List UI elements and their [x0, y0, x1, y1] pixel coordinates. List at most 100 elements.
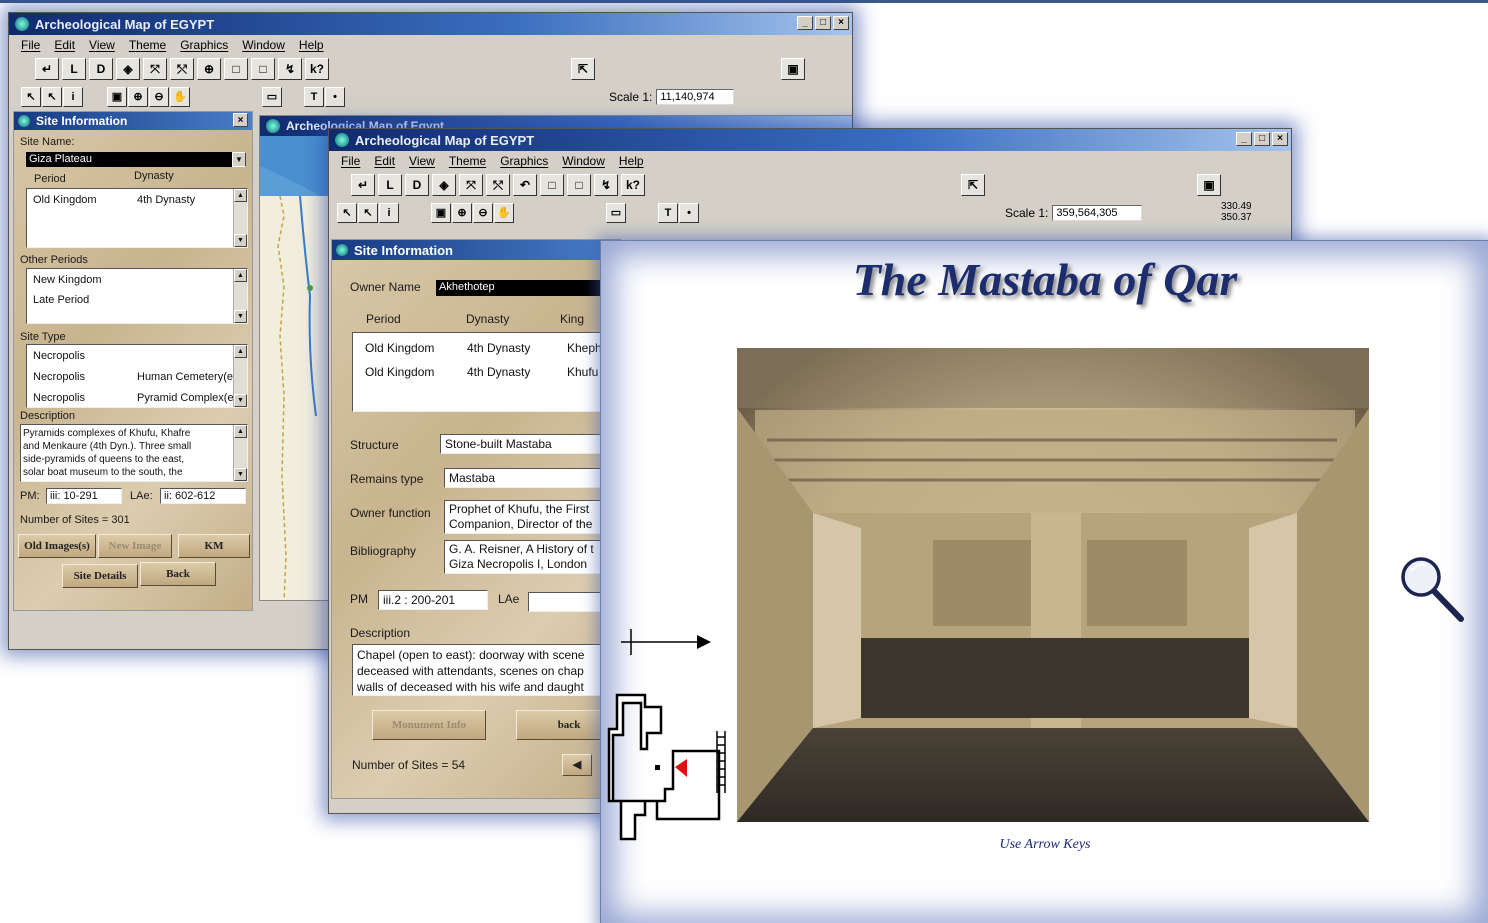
hotlink-button[interactable]: ↯ — [594, 174, 618, 196]
owner-name-select[interactable]: Akhethotep — [436, 280, 622, 296]
select-arrow-button[interactable]: ↖ — [337, 203, 357, 223]
minimize-button[interactable]: _ — [1236, 132, 1252, 146]
label-tool-button[interactable]: ▭ — [606, 203, 626, 223]
identify-button[interactable]: i — [379, 203, 399, 223]
menu-help[interactable]: Help — [619, 154, 644, 168]
menu-graphics[interactable]: Graphics — [180, 38, 228, 52]
menu-graphics[interactable]: Graphics — [500, 154, 548, 168]
description-text[interactable]: Chapel (open to east): doorway with scen… — [352, 644, 622, 696]
mid-window-titlebar[interactable]: Archeological Map of EGYPT _ □ × — [329, 129, 1291, 151]
list-item[interactable]: Necropolis Human Cemetery(e — [33, 370, 233, 384]
menu-window[interactable]: Window — [242, 38, 285, 52]
select-button[interactable]: □ — [540, 174, 564, 196]
point-tool-button[interactable]: • — [325, 87, 345, 107]
clear-button[interactable]: □ — [567, 174, 591, 196]
panel-close-icon[interactable]: × — [233, 113, 248, 127]
pan-hand-button[interactable]: ✋ — [170, 87, 190, 107]
zoom-selected-button[interactable]: ⤲ — [170, 58, 194, 80]
list-item[interactable]: Late Period — [33, 293, 231, 307]
scrollbar[interactable]: ▲ ▼ — [233, 189, 247, 247]
back-button[interactable]: Back — [140, 562, 216, 586]
save-icon[interactable]: ▣ — [1197, 174, 1221, 196]
magnifier-icon[interactable] — [1397, 553, 1469, 627]
label-tool-button[interactable]: ▭ — [262, 87, 282, 107]
zoom-full-button[interactable]: ⤧ — [459, 174, 483, 196]
maximize-button[interactable]: □ — [1254, 132, 1270, 146]
menu-file[interactable]: File — [21, 38, 40, 52]
scale-input[interactable]: 359,564,305 — [1052, 205, 1143, 221]
point-tool-button[interactable]: • — [679, 203, 699, 223]
identify-button[interactable]: i — [63, 87, 83, 107]
zoom-box-button[interactable]: ▣ — [107, 87, 127, 107]
save-icon[interactable]: ▣ — [781, 58, 805, 80]
menu-edit[interactable]: Edit — [54, 38, 75, 52]
list-item[interactable]: Necropolis — [33, 349, 231, 363]
menu-help[interactable]: Help — [299, 38, 324, 52]
legend-button[interactable]: L — [62, 58, 86, 80]
zoom-in-tool-button[interactable]: ⊕ — [452, 203, 472, 223]
remains-type-field[interactable]: Mastaba — [444, 468, 622, 488]
table-row[interactable]: Old Kingdom 4th Dynasty — [33, 193, 231, 207]
list-item[interactable]: Necropolis Pyramid Complex(e — [33, 391, 234, 405]
close-button[interactable]: × — [833, 16, 849, 30]
mastaba-floor-plan[interactable] — [601, 689, 735, 845]
open-project-button[interactable]: ↵ — [35, 58, 59, 80]
pointer-tool-icon[interactable]: ⇱ — [961, 174, 985, 196]
vertex-arrow-button[interactable]: ↖ — [358, 203, 378, 223]
text-tool-button[interactable]: T — [658, 203, 678, 223]
pan-hand-button[interactable]: ✋ — [494, 203, 514, 223]
undo-button[interactable]: ↶ — [513, 174, 537, 196]
km-button[interactable]: KM — [178, 534, 250, 558]
select-button[interactable]: □ — [224, 58, 248, 80]
owner-function-field[interactable]: Prophet of Khufu, the First Companion, D… — [444, 500, 622, 534]
bibliography-field[interactable]: G. A. Reisner, A History of t Giza Necro… — [444, 540, 622, 574]
maximize-button[interactable]: □ — [815, 16, 831, 30]
data-button[interactable]: D — [89, 58, 113, 80]
pm-field[interactable]: iii: 10-291 — [46, 488, 122, 504]
scrollbar[interactable]: ▲ ▼ — [233, 345, 247, 407]
hotlink-button[interactable]: ↯ — [278, 58, 302, 80]
theme-button[interactable]: ◈ — [116, 58, 140, 80]
monument-info-button[interactable]: Monument Info — [372, 710, 486, 740]
pointer-tool-icon[interactable]: ⇱ — [571, 58, 595, 80]
menu-view[interactable]: View — [409, 154, 435, 168]
structure-field[interactable]: Stone-built Mastaba — [440, 434, 622, 454]
site-marker[interactable] — [307, 285, 313, 291]
mastaba-chapel-view[interactable] — [737, 348, 1369, 822]
vertex-arrow-button[interactable]: ↖ — [42, 87, 62, 107]
theme-button[interactable]: ◈ — [432, 174, 456, 196]
menu-theme[interactable]: Theme — [129, 38, 166, 52]
zoom-out-tool-button[interactable]: ⊖ — [149, 87, 169, 107]
zoom-in-tool-button[interactable]: ⊕ — [128, 87, 148, 107]
zoom-full-button[interactable]: ⤧ — [143, 58, 167, 80]
zoom-out-tool-button[interactable]: ⊖ — [473, 203, 493, 223]
menu-view[interactable]: View — [89, 38, 115, 52]
site-type-list[interactable]: Necropolis Necropolis Human Cemetery(e N… — [26, 344, 248, 408]
site-name-select[interactable]: Giza Plateau — [26, 152, 246, 167]
zoom-selected-button[interactable]: ⤲ — [486, 174, 510, 196]
data-button[interactable]: D — [405, 174, 429, 196]
menu-edit[interactable]: Edit — [374, 154, 395, 168]
minimize-button[interactable]: _ — [797, 16, 813, 30]
open-project-button[interactable]: ↵ — [351, 174, 375, 196]
description-text[interactable]: Pyramids complexes of Khufu, Khafre and … — [20, 424, 248, 482]
close-button[interactable]: × — [1272, 132, 1288, 146]
menu-window[interactable]: Window — [562, 154, 605, 168]
menu-file[interactable]: File — [341, 154, 360, 168]
scrollbar[interactable]: ▲ ▼ — [233, 269, 247, 323]
text-tool-button[interactable]: T — [304, 87, 324, 107]
chevron-down-icon[interactable]: ▼ — [232, 152, 246, 167]
period-list[interactable]: Old Kingdom 4th Dynasty ▲ ▼ — [26, 188, 248, 248]
menu-theme[interactable]: Theme — [449, 154, 486, 168]
zoom-box-button[interactable]: ▣ — [431, 203, 451, 223]
prev-arrow-button[interactable]: ◀ — [562, 754, 592, 776]
help-cursor-button[interactable]: k? — [305, 58, 329, 80]
table-row[interactable]: Old Kingdom 4th Dynasty Khufu — [365, 365, 605, 379]
scale-input[interactable]: 11,140,974 — [656, 89, 735, 105]
back-window-titlebar[interactable]: Archeological Map of EGYPT _ □ × — [9, 13, 852, 35]
site-details-button[interactable]: Site Details — [62, 564, 138, 588]
table-row[interactable]: Old Kingdom 4th Dynasty Kheph — [365, 341, 605, 355]
scrollbar[interactable]: ▲ ▼ — [233, 425, 247, 481]
help-cursor-button[interactable]: k? — [621, 174, 645, 196]
select-arrow-button[interactable]: ↖ — [21, 87, 41, 107]
